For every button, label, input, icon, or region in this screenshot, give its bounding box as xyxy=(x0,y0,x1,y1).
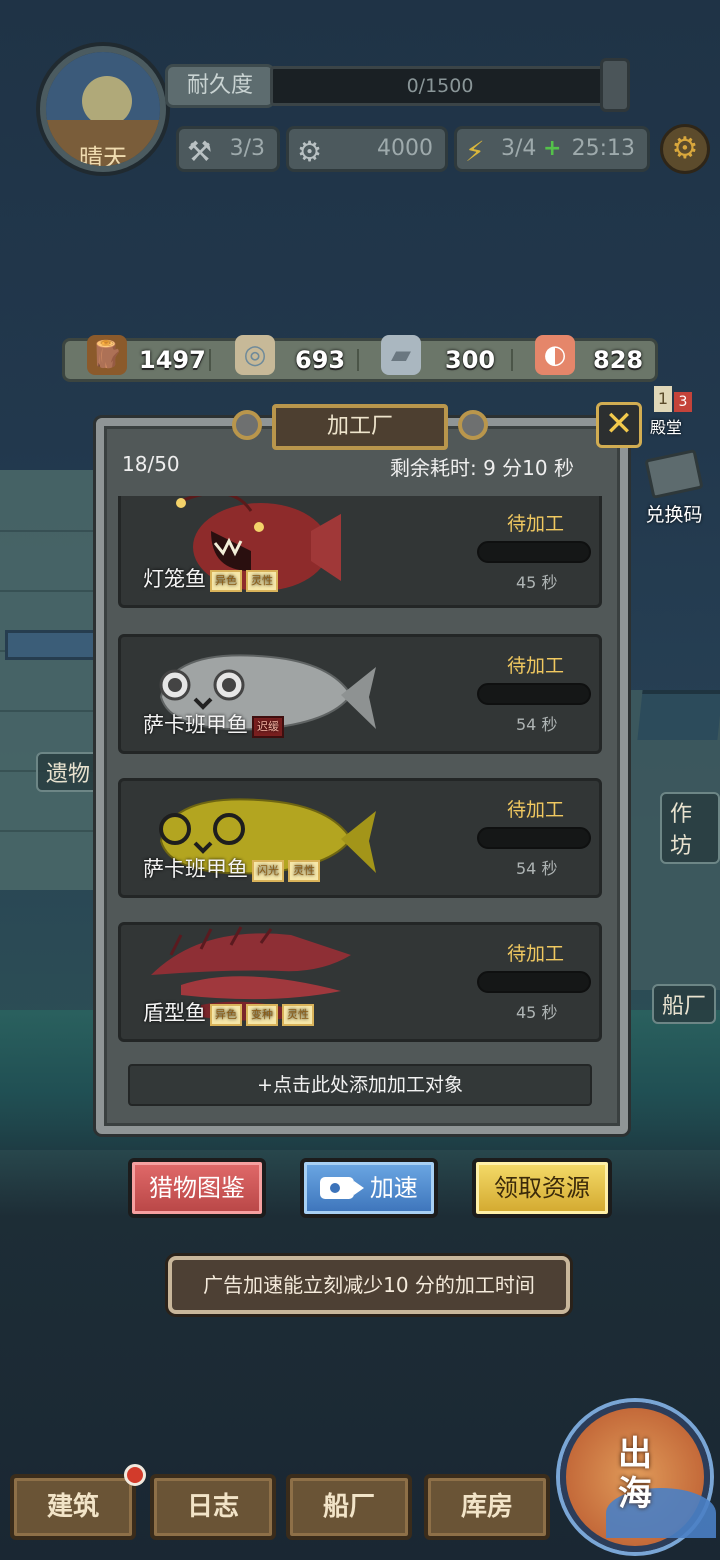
coins-stat: ⚙ 4000 xyxy=(286,126,448,172)
meat-icon: ◐ xyxy=(535,335,575,375)
durability-bar: 0/1500 xyxy=(270,66,610,106)
settings-gear-icon[interactable]: ⚙ xyxy=(660,124,710,174)
modal-title: 加工厂 xyxy=(272,404,448,450)
resource-bar: 🪵 1497 ◎ 693 ▰ 300 ◐ 828 xyxy=(62,335,658,382)
nav-storage-button[interactable]: 库房 xyxy=(424,1474,550,1540)
iron-ingot-icon: ▰ xyxy=(381,335,421,375)
shipyard-building-label[interactable]: 船厂 xyxy=(652,984,717,1024)
nav-shipyard-button[interactable]: 船厂 xyxy=(286,1474,412,1540)
rank-label: 殿堂 xyxy=(650,418,683,437)
progress-bar xyxy=(477,827,591,849)
status-text: 待加工 xyxy=(507,513,565,535)
weather-label: 晴天 xyxy=(79,144,127,172)
rank-digit: 1 xyxy=(654,386,672,412)
fish-name: 灯笼鱼 异色 灵性 xyxy=(143,563,278,593)
collect-resources-button[interactable]: 领取资源 xyxy=(472,1158,612,1218)
nav-build-button[interactable]: 建筑 xyxy=(10,1474,136,1540)
wood-value: 1497 xyxy=(139,346,206,374)
add-processing-target-button[interactable]: +点击此处添加加工对象 xyxy=(128,1064,592,1106)
fish-name: 萨卡班甲鱼 迟缓 xyxy=(143,709,284,739)
fish-name: 盾型鱼 异色 变种 灵性 xyxy=(143,997,314,1027)
relic-building-label[interactable]: 遗物 xyxy=(36,752,101,792)
hall-of-fame-button[interactable]: 1 3 殿堂 xyxy=(648,378,700,438)
sun-icon xyxy=(82,76,132,126)
process-time: 54 秒 xyxy=(516,715,558,734)
durability-label: 耐久度 xyxy=(165,64,275,108)
list-item[interactable]: 萨卡班甲鱼 闪光 灵性 待加工 54 秒 xyxy=(118,778,602,898)
trait-tag: 灵性 xyxy=(288,860,320,882)
energy-value: 3/4 xyxy=(501,136,537,161)
title-bolt-left xyxy=(232,410,262,440)
rope-icon: ◎ xyxy=(235,335,275,375)
list-item[interactable]: 灯笼鱼 异色 灵性 待加工 45 秒 xyxy=(118,496,602,608)
redeem-code-button[interactable]: 兑换码 xyxy=(632,446,716,532)
progress-bar xyxy=(477,971,591,993)
status-text: 待加工 xyxy=(507,943,565,965)
energy-plus-icon[interactable]: + xyxy=(543,129,561,169)
fish-name-text: 灯笼鱼 xyxy=(143,567,206,591)
trait-tag: 迟缓 xyxy=(252,716,284,738)
energy-stat[interactable]: ⚡ 3/4 + 25:13 xyxy=(454,126,650,172)
trait-tag: 闪光 xyxy=(252,860,284,882)
list-item[interactable]: 萨卡班甲鱼 迟缓 待加工 54 秒 xyxy=(118,634,602,754)
status-text: 待加工 xyxy=(507,655,565,677)
fish-name-text: 萨卡班甲鱼 xyxy=(143,857,248,881)
notification-dot xyxy=(124,1464,146,1486)
processing-list[interactable]: 灯笼鱼 异色 灵性 待加工 45 秒 萨卡班甲鱼 迟缓 待加工 54 秒 萨卡班… xyxy=(118,496,602,1044)
fish-name-text: 盾型鱼 xyxy=(143,1001,206,1025)
tools-value: 3/3 xyxy=(229,136,265,161)
fish-name: 萨卡班甲鱼 闪光 灵性 xyxy=(143,853,320,883)
speedup-label: 加速 xyxy=(369,1174,418,1202)
redeem-code-label: 兑换码 xyxy=(645,504,703,526)
rank-digit-2: 3 xyxy=(674,392,692,412)
trait-tag: 变种 xyxy=(246,1004,278,1026)
ad-speedup-tip: 广告加速能立刻减少10 分的加工时间 xyxy=(168,1256,570,1314)
trait-tag: 异色 xyxy=(210,570,242,592)
workshop-building-label[interactable]: 作坊 xyxy=(660,792,720,864)
lightning-icon: ⚡ xyxy=(465,135,485,168)
durability-bar-cap xyxy=(600,58,630,112)
nav-log-button[interactable]: 日志 xyxy=(150,1474,276,1540)
close-icon[interactable]: ✕ xyxy=(596,402,642,448)
meat-value: 828 xyxy=(593,346,644,374)
trait-tag: 灵性 xyxy=(246,570,278,592)
remaining-time: 剩余耗时: 9 分10 秒 xyxy=(390,456,574,480)
ticket-icon xyxy=(644,449,704,499)
weather-indicator[interactable]: 晴天 xyxy=(40,46,166,172)
trait-tag: 灵性 xyxy=(282,1004,314,1026)
tools-stat: ⚒ 3/3 xyxy=(176,126,280,172)
progress-bar xyxy=(477,683,591,705)
video-camera-icon xyxy=(320,1177,365,1199)
background-right-roof xyxy=(637,690,720,740)
fish-name-text: 萨卡班甲鱼 xyxy=(143,713,248,737)
gear-coin-icon: ⚙ xyxy=(297,135,323,168)
process-time: 45 秒 xyxy=(516,573,558,592)
energy-timer: 25:13 xyxy=(571,136,635,161)
iron-value: 300 xyxy=(445,346,496,374)
rope-value: 693 xyxy=(295,346,346,374)
list-item[interactable]: 盾型鱼 异色 变种 灵性 待加工 45 秒 xyxy=(118,922,602,1042)
trait-tag: 异色 xyxy=(210,1004,242,1026)
hammer-icon: ⚒ xyxy=(187,135,213,168)
title-bolt-right xyxy=(458,410,488,440)
go-to-sea-button[interactable]: 出海 xyxy=(560,1402,716,1552)
status-text: 待加工 xyxy=(507,799,565,821)
progress-bar xyxy=(477,541,591,563)
wood-icon: 🪵 xyxy=(87,335,127,375)
go-to-sea-label: 出海 xyxy=(618,1434,652,1514)
process-time: 54 秒 xyxy=(516,859,558,878)
speedup-button[interactable]: 加速 xyxy=(300,1158,438,1218)
process-time: 45 秒 xyxy=(516,1003,558,1022)
coins-value: 4000 xyxy=(377,136,433,161)
capacity-count: 18/50 xyxy=(122,452,180,476)
prey-catalog-button[interactable]: 猎物图鉴 xyxy=(128,1158,266,1218)
